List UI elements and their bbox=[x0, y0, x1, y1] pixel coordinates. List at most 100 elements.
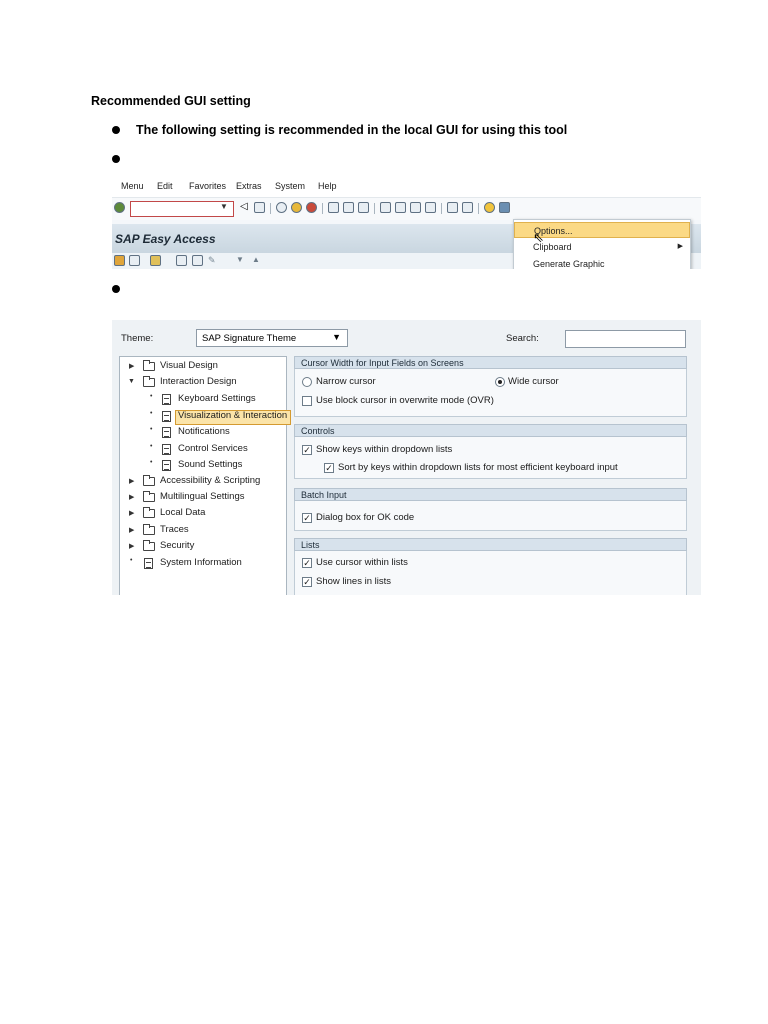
folder-icon bbox=[143, 540, 155, 551]
menu-item-menu[interactable]: Menu bbox=[121, 181, 144, 191]
favorites-icon[interactable] bbox=[176, 255, 187, 266]
toolbar-separator bbox=[374, 203, 375, 214]
back-arrow-icon[interactable]: ◁ bbox=[240, 201, 248, 212]
narrow-cursor-label: Narrow cursor bbox=[316, 376, 376, 387]
chevron-down-icon[interactable]: ▼ bbox=[220, 202, 228, 211]
search-input[interactable] bbox=[565, 330, 686, 348]
show-lines-in-lists-label: Show lines in lists bbox=[316, 576, 391, 587]
narrow-cursor-radio[interactable] bbox=[302, 377, 312, 387]
bullet-icon: • bbox=[150, 410, 153, 417]
next-page-icon[interactable] bbox=[410, 202, 421, 213]
print-icon[interactable] bbox=[328, 202, 339, 213]
tree-item-label: System Information bbox=[160, 557, 242, 568]
use-cursor-within-lists-label: Use cursor within lists bbox=[316, 557, 408, 568]
expand-arrow-icon[interactable]: ▶ bbox=[129, 493, 134, 501]
tree-item-accessibility-scripting[interactable]: ▶ Accessibility & Scripting bbox=[120, 475, 286, 490]
menu-item-edit[interactable]: Edit bbox=[157, 181, 173, 191]
show-lines-in-lists-checkbox[interactable]: ✓ bbox=[302, 577, 312, 587]
wide-cursor-radio[interactable] bbox=[495, 377, 505, 387]
use-cursor-within-lists-checkbox[interactable]: ✓ bbox=[302, 558, 312, 568]
toolbar-separator bbox=[322, 203, 323, 214]
menu-item-extras[interactable]: Extras bbox=[236, 181, 262, 191]
create-role-icon[interactable] bbox=[192, 255, 203, 266]
bullet-text-1: The following setting is recommended in … bbox=[136, 123, 568, 137]
menu-option-generate-graphic[interactable]: Generate Graphic bbox=[514, 256, 690, 269]
tree-item-label: Security bbox=[160, 540, 195, 551]
tree-item-traces[interactable]: ▶ Traces bbox=[120, 524, 286, 539]
expand-arrow-icon[interactable]: ▶ bbox=[129, 526, 134, 534]
document-icon bbox=[162, 411, 171, 422]
tree-item-interaction-design[interactable]: ▼ Interaction Design bbox=[120, 376, 286, 391]
collapse-icon[interactable]: ▲ bbox=[252, 255, 260, 264]
wide-cursor-label: Wide cursor bbox=[508, 376, 559, 387]
customize-layout-icon[interactable] bbox=[499, 202, 510, 213]
document-icon bbox=[144, 558, 153, 569]
first-page-icon[interactable] bbox=[380, 202, 391, 213]
section-body-batch-input: ✓ Dialog box for OK code bbox=[294, 501, 687, 531]
bullet-icon bbox=[112, 155, 120, 163]
sort-by-keys-label: Sort by keys within dropdown lists for m… bbox=[338, 462, 618, 473]
save-icon[interactable] bbox=[254, 202, 265, 213]
back-icon[interactable] bbox=[276, 202, 287, 213]
help-icon[interactable] bbox=[484, 202, 495, 213]
document-icon bbox=[162, 427, 171, 438]
block-cursor-checkbox[interactable] bbox=[302, 396, 312, 406]
block-cursor-label: Use block cursor in overwrite mode (OVR) bbox=[316, 395, 494, 406]
section-header-controls: Controls bbox=[294, 424, 687, 437]
expand-arrow-icon[interactable]: ▶ bbox=[129, 542, 134, 550]
folder-icon bbox=[143, 524, 155, 535]
edit-icon[interactable] bbox=[129, 255, 140, 266]
tree-item-label: Multilingual Settings bbox=[160, 491, 245, 502]
menu-item-help[interactable]: Help bbox=[318, 181, 337, 191]
exit-icon[interactable] bbox=[291, 202, 302, 213]
shortcut-icon[interactable] bbox=[462, 202, 473, 213]
new-session-icon[interactable] bbox=[447, 202, 458, 213]
menu-item-system[interactable]: System bbox=[275, 181, 305, 191]
tree-item-keyboard-settings[interactable]: • Keyboard Settings bbox=[120, 393, 286, 408]
pencil-icon[interactable]: ✎ bbox=[208, 255, 219, 266]
options-dialog-screenshot: Theme: SAP Signature Theme ▼ Search: ▶ V… bbox=[112, 320, 701, 595]
expand-arrow-icon[interactable]: ▶ bbox=[129, 362, 134, 370]
show-keys-checkbox[interactable]: ✓ bbox=[302, 445, 312, 455]
folder-icon bbox=[143, 475, 155, 486]
sort-by-keys-checkbox[interactable]: ✓ bbox=[324, 463, 334, 473]
section-header-batch-input: Batch Input bbox=[294, 488, 687, 501]
enter-icon[interactable] bbox=[114, 202, 125, 213]
tree-item-multilingual-settings[interactable]: ▶ Multilingual Settings bbox=[120, 491, 286, 506]
tree-item-label: Traces bbox=[160, 524, 189, 535]
search-label: Search: bbox=[506, 333, 539, 344]
bullet-icon: • bbox=[150, 443, 153, 450]
folder-icon[interactable] bbox=[150, 255, 161, 266]
collapse-arrow-icon[interactable]: ▼ bbox=[128, 378, 135, 385]
dialog-box-ok-code-label: Dialog box for OK code bbox=[316, 512, 415, 523]
tree-item-label: Visualization & Interaction bbox=[178, 410, 288, 421]
tree-item-system-information[interactable]: • System Information bbox=[120, 557, 286, 572]
tree-item-control-services[interactable]: • Control Services bbox=[120, 443, 286, 458]
tree-item-visualization-interaction[interactable]: • Visualization & Interaction bbox=[120, 410, 288, 425]
last-page-icon[interactable] bbox=[425, 202, 436, 213]
tree-item-label: Local Data bbox=[160, 507, 206, 518]
expand-arrow-icon[interactable]: ▶ bbox=[129, 509, 134, 517]
tree-item-security[interactable]: ▶ Security bbox=[120, 540, 286, 555]
menu-item-favorites[interactable]: Favorites bbox=[189, 181, 226, 191]
document-icon bbox=[162, 394, 171, 405]
expand-arrow-icon[interactable]: ▶ bbox=[129, 477, 134, 485]
previous-page-icon[interactable] bbox=[395, 202, 406, 213]
tree-item-sound-settings[interactable]: • Sound Settings bbox=[120, 459, 286, 474]
theme-select[interactable]: SAP Signature Theme ▼ bbox=[196, 329, 348, 347]
toolbar-separator bbox=[441, 203, 442, 214]
cancel-icon[interactable] bbox=[306, 202, 317, 213]
open-folder-icon bbox=[143, 376, 155, 387]
command-field[interactable] bbox=[130, 201, 234, 217]
tree-item-local-data[interactable]: ▶ Local Data bbox=[120, 507, 286, 522]
tree-item-visual-design[interactable]: ▶ Visual Design bbox=[120, 360, 286, 375]
document-icon bbox=[162, 444, 171, 455]
expand-icon[interactable]: ▼ bbox=[236, 255, 244, 264]
tree-item-notifications[interactable]: • Notifications bbox=[120, 426, 286, 441]
find-next-icon[interactable] bbox=[358, 202, 369, 213]
chevron-down-icon[interactable]: ▼ bbox=[332, 332, 341, 342]
find-icon[interactable] bbox=[343, 202, 354, 213]
menu-icon[interactable] bbox=[114, 255, 125, 266]
dialog-box-ok-code-checkbox[interactable]: ✓ bbox=[302, 513, 312, 523]
tree-item-label: Interaction Design bbox=[160, 376, 237, 387]
